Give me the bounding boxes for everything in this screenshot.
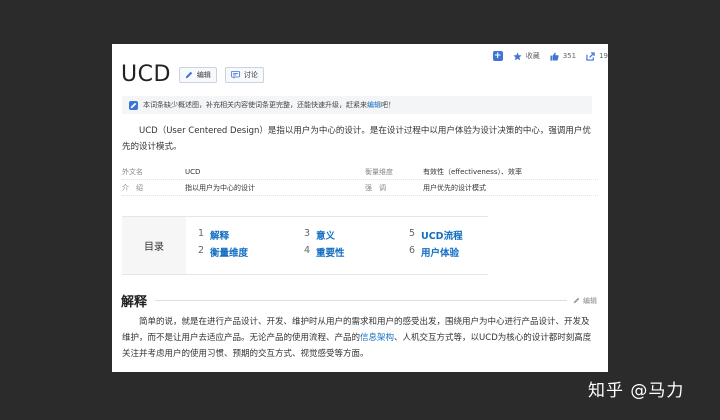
star-icon — [513, 51, 522, 60]
like-count: 351 — [562, 52, 577, 60]
edit-button[interactable]: 编辑 — [178, 66, 217, 83]
title-row: UCD 编辑 讨论 — [121, 62, 264, 87]
toc-item-number: 1 — [198, 228, 205, 239]
toc-item-number: 5 — [409, 228, 416, 239]
favorite-label: 收藏 — [525, 52, 540, 60]
info-value: 用户优先的设计模式 — [423, 183, 486, 192]
add-button[interactable]: + — [492, 50, 503, 61]
toc-item-label: UCD流程 — [421, 231, 463, 242]
section-header: 解释 编辑 — [121, 291, 597, 310]
favorite-button[interactable]: 收藏 — [513, 51, 540, 61]
like-button[interactable]: 351 — [550, 51, 577, 61]
table-of-contents: 目录 1 解释 2 衡量维度 3 意义 4 重要性 5 UCD流程 6 用户体验 — [122, 216, 488, 275]
article-toolbar: + 收藏 351 19 — [483, 51, 608, 61]
notice-edit-link[interactable]: 编辑 — [367, 100, 381, 110]
toc-title: 目录 — [122, 217, 186, 274]
toc-item-label: 重要性 — [316, 248, 345, 259]
basic-info-row: 介 绍 指以用户为中心的设计 强 调 用户优先的设计模式 — [122, 180, 598, 196]
toc-item-4[interactable]: 4 重要性 — [304, 245, 345, 259]
info-key: 介 绍 — [122, 183, 143, 192]
info-key: 衡量维度 — [365, 167, 393, 176]
edit-notice-icon — [129, 100, 138, 110]
info-key: 外文名 — [122, 167, 143, 176]
toc-item-number: 6 — [409, 245, 416, 256]
page-title: UCD — [121, 62, 171, 87]
edit-button-label: 编辑 — [196, 70, 211, 79]
section-edit-button[interactable]: 编辑 — [573, 296, 597, 306]
section-paragraph: 简单的说，就是在进行产品设计、开发、维护时从用户的需求和用户的感受出发，围绕用户… — [122, 314, 596, 362]
discuss-button-label: 讨论 — [243, 70, 258, 79]
toc-item-2[interactable]: 2 衡量维度 — [198, 245, 248, 259]
info-value: 有效性（effectiveness）、效率 — [423, 167, 522, 176]
share-count: 19 — [599, 52, 608, 60]
toc-item-6[interactable]: 6 用户体验 — [409, 245, 459, 259]
basic-info-row: 外文名 UCD 衡量维度 有效性（effectiveness）、效率 — [122, 164, 598, 180]
chat-icon — [231, 70, 240, 79]
notice-text: 本词条缺少概述图，补充相关内容使词条更完整，还能快速升级，赶紧来 — [143, 101, 367, 109]
toc-item-number: 4 — [304, 245, 311, 256]
toc-item-number: 2 — [198, 245, 205, 256]
toc-item-label: 解释 — [210, 231, 230, 242]
toc-item-label: 意义 — [316, 231, 336, 242]
toc-item-number: 3 — [304, 228, 311, 239]
encyclopedia-card: + 收藏 351 19 UCD 编辑 讨论 本词条缺少概述图，补充相关内容使词条… — [112, 44, 608, 372]
toc-item-3[interactable]: 3 意义 — [304, 228, 335, 242]
info-key: 强 调 — [365, 183, 386, 192]
info-value: 指以用户为中心的设计 — [185, 183, 255, 192]
missing-summary-notice: 本词条缺少概述图，补充相关内容使词条更完整，还能快速升级，赶紧来 编辑 吧！ — [122, 96, 592, 114]
section-divider — [155, 300, 567, 301]
section-edit-label: 编辑 — [583, 296, 597, 305]
toc-item-5[interactable]: 5 UCD流程 — [409, 228, 463, 242]
info-value: UCD — [185, 167, 201, 176]
basic-info-table: 外文名 UCD 衡量维度 有效性（effectiveness）、效率 介 绍 指… — [122, 164, 598, 196]
share-button[interactable]: 19 — [586, 51, 608, 61]
notice-suffix: 吧！ — [381, 101, 395, 109]
discuss-button[interactable]: 讨论 — [224, 66, 264, 83]
toc-item-label: 衡量维度 — [210, 248, 249, 259]
pencil-icon — [185, 71, 193, 78]
thumbs-up-icon — [550, 51, 559, 61]
toc-item-label: 用户体验 — [421, 248, 460, 259]
intro-paragraph: UCD（User Centered Design）是指以用户为中心的设计。是在设… — [122, 126, 591, 152]
pencil-icon — [573, 297, 580, 304]
section-title: 解释 — [121, 295, 148, 310]
information-architecture-link[interactable]: 信息架构 — [360, 333, 394, 343]
zhihu-watermark: 知乎 @马力 — [588, 381, 685, 401]
toc-item-1[interactable]: 1 解释 — [198, 228, 229, 242]
plus-icon: + — [492, 50, 503, 61]
share-icon — [586, 51, 595, 61]
